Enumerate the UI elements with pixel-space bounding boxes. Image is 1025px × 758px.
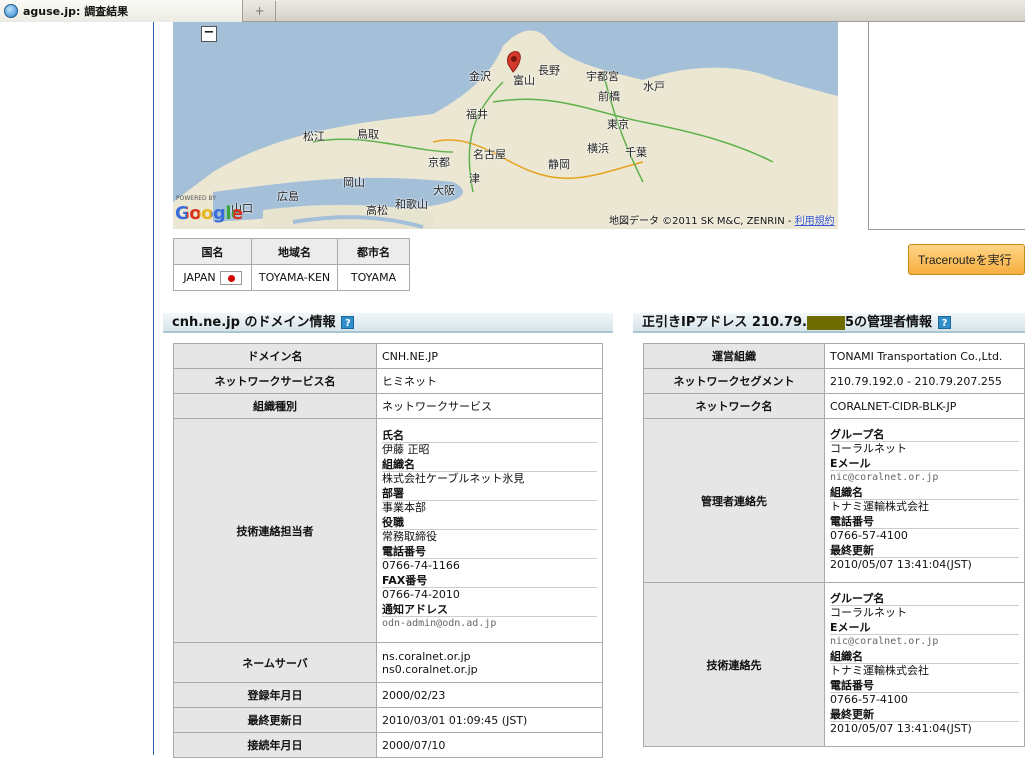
- google-logo[interactable]: Google: [175, 203, 243, 224]
- zoom-out-button[interactable]: −: [201, 26, 217, 42]
- row-label: 組織種別: [173, 393, 377, 419]
- domain-info-table: ドメイン名 CNH.NE.JP ネットワークサービス名 ヒミネット 組織種別 ネットワ…: [173, 343, 603, 758]
- row-value: 210.79.192.0 - 210.79.207.255: [824, 368, 1025, 394]
- region-cell: TOYAMA-KEN: [251, 264, 338, 291]
- row-label: 運営組織: [643, 343, 825, 369]
- tech-contact-details: 氏名 伊藤 正昭 組織名 株式会社ケーブルネット氷見 部署 事業本部 役職 常務取締役 …: [376, 418, 603, 643]
- row-label: 最終更新日: [173, 707, 377, 733]
- row-label: ネットワークセグメント: [643, 368, 825, 394]
- help-icon[interactable]: ?: [938, 316, 952, 329]
- tech-contact-details: グループ名 コーラルネット Eメール nic@coralnet.or.jp 組織名ト…: [824, 582, 1025, 747]
- city-label: 水戸: [643, 80, 665, 93]
- city-label: 金沢: [469, 70, 491, 83]
- new-tab-button[interactable]: +: [244, 1, 276, 21]
- city-label: 前橋: [598, 90, 620, 103]
- row-value: CORALNET-CIDR-BLK-JP: [824, 393, 1025, 419]
- row-label: 技術連絡担当者: [173, 418, 377, 643]
- ip-title-suffix: 5の管理者情報: [845, 315, 933, 330]
- row-value: 2000/07/10: [376, 732, 603, 758]
- map-terrain: [173, 30, 838, 229]
- globe-icon: [4, 4, 18, 18]
- browser-tab-bar: aguse.jp: 調査結果 +: [0, 0, 1025, 22]
- row-value: CNH.NE.JP: [376, 343, 603, 369]
- row-label: ネットワーク名: [643, 393, 825, 419]
- location-table: 国名 地域名 都市名 JAPAN TOYAMA-KEN TOYAMA: [173, 238, 410, 291]
- row-label: 登録年月日: [173, 682, 377, 708]
- powered-by-label: POWERED BY: [176, 195, 217, 202]
- city-label: 松江: [303, 130, 325, 143]
- region-header: 地域名: [251, 238, 338, 265]
- city-label: 東京: [607, 118, 629, 131]
- row-value: ネットワークサービス: [376, 393, 603, 419]
- map-copyright: 地図データ ©2011 SK M&C, ZENRIN - 利用規約: [609, 216, 835, 227]
- city-label: 大阪: [433, 184, 455, 197]
- city-label: 福井: [466, 108, 488, 121]
- row-value: TONAMI Transportation Co.,Ltd.: [824, 343, 1025, 369]
- row-label: ドメイン名: [173, 343, 377, 369]
- city-label: 高松: [366, 204, 388, 217]
- ip-title-prefix: 正引きIPアドレス 210.79.: [642, 315, 807, 330]
- city-label: 長野: [538, 64, 560, 77]
- city-label: 和歌山: [395, 198, 428, 211]
- domain-section-header: cnh.ne.jp のドメイン情報?: [163, 313, 613, 333]
- traceroute-button[interactable]: Tracerouteを実行: [908, 244, 1025, 275]
- map[interactable]: − 金沢 富山 長野 宇都宮 前橋 水戸 福井 松江 鳥取 東京 京都 名古屋 …: [173, 22, 838, 229]
- city-label: 富山: [513, 74, 535, 87]
- help-icon[interactable]: ?: [341, 316, 355, 329]
- city-label: 京都: [428, 156, 450, 169]
- city-label: 鳥取: [357, 128, 379, 141]
- city-label: 静岡: [548, 158, 570, 171]
- ip-section-header: 正引きIPアドレス 210.79. 5の管理者情報?: [633, 313, 1025, 333]
- row-label: ネットワークサービス名: [173, 368, 377, 394]
- side-panel: [868, 22, 1025, 230]
- city-label: 名古屋: [473, 148, 506, 161]
- ip-admin-table: 運営組織 TONAMI Transportation Co.,Ltd. ネットワー…: [643, 343, 1025, 747]
- city-label: 岡山: [343, 176, 365, 189]
- row-label: ネームサーバ: [173, 642, 377, 683]
- redaction-block: [807, 315, 845, 330]
- japan-flag-icon: [219, 270, 242, 285]
- row-label: 管理者連絡先: [643, 418, 825, 583]
- city-label: 広島: [277, 190, 299, 203]
- row-value: 2010/03/01 01:09:45 (JST): [376, 707, 603, 733]
- tab-title: aguse.jp: 調査結果: [23, 5, 129, 18]
- row-value: 2000/02/23: [376, 682, 603, 708]
- city-header: 都市名: [337, 238, 410, 265]
- city-label: 宇都宮: [586, 70, 619, 83]
- row-label: 接続年月日: [173, 732, 377, 758]
- browser-tab[interactable]: aguse.jp: 調査結果: [0, 0, 243, 22]
- row-label: 技術連絡先: [643, 582, 825, 747]
- city-label: 津: [469, 172, 480, 185]
- content-left-border: [153, 22, 154, 755]
- row-value: ヒミネット: [376, 368, 603, 394]
- city-label: 千葉: [625, 146, 647, 159]
- country-cell: JAPAN: [173, 264, 252, 291]
- city-cell: TOYAMA: [337, 264, 410, 291]
- city-label: 横浜: [587, 142, 609, 155]
- country-header: 国名: [173, 238, 252, 265]
- nameserver-list: ns.coralnet.or.jp ns0.coralnet.or.jp: [376, 642, 603, 683]
- admin-contact-details: グループ名 コーラルネット Eメール nic@coralnet.or.jp 組織名ト…: [824, 418, 1025, 583]
- terms-link[interactable]: 利用規約: [795, 216, 835, 227]
- domain-section-title: cnh.ne.jp のドメイン情報: [172, 315, 336, 330]
